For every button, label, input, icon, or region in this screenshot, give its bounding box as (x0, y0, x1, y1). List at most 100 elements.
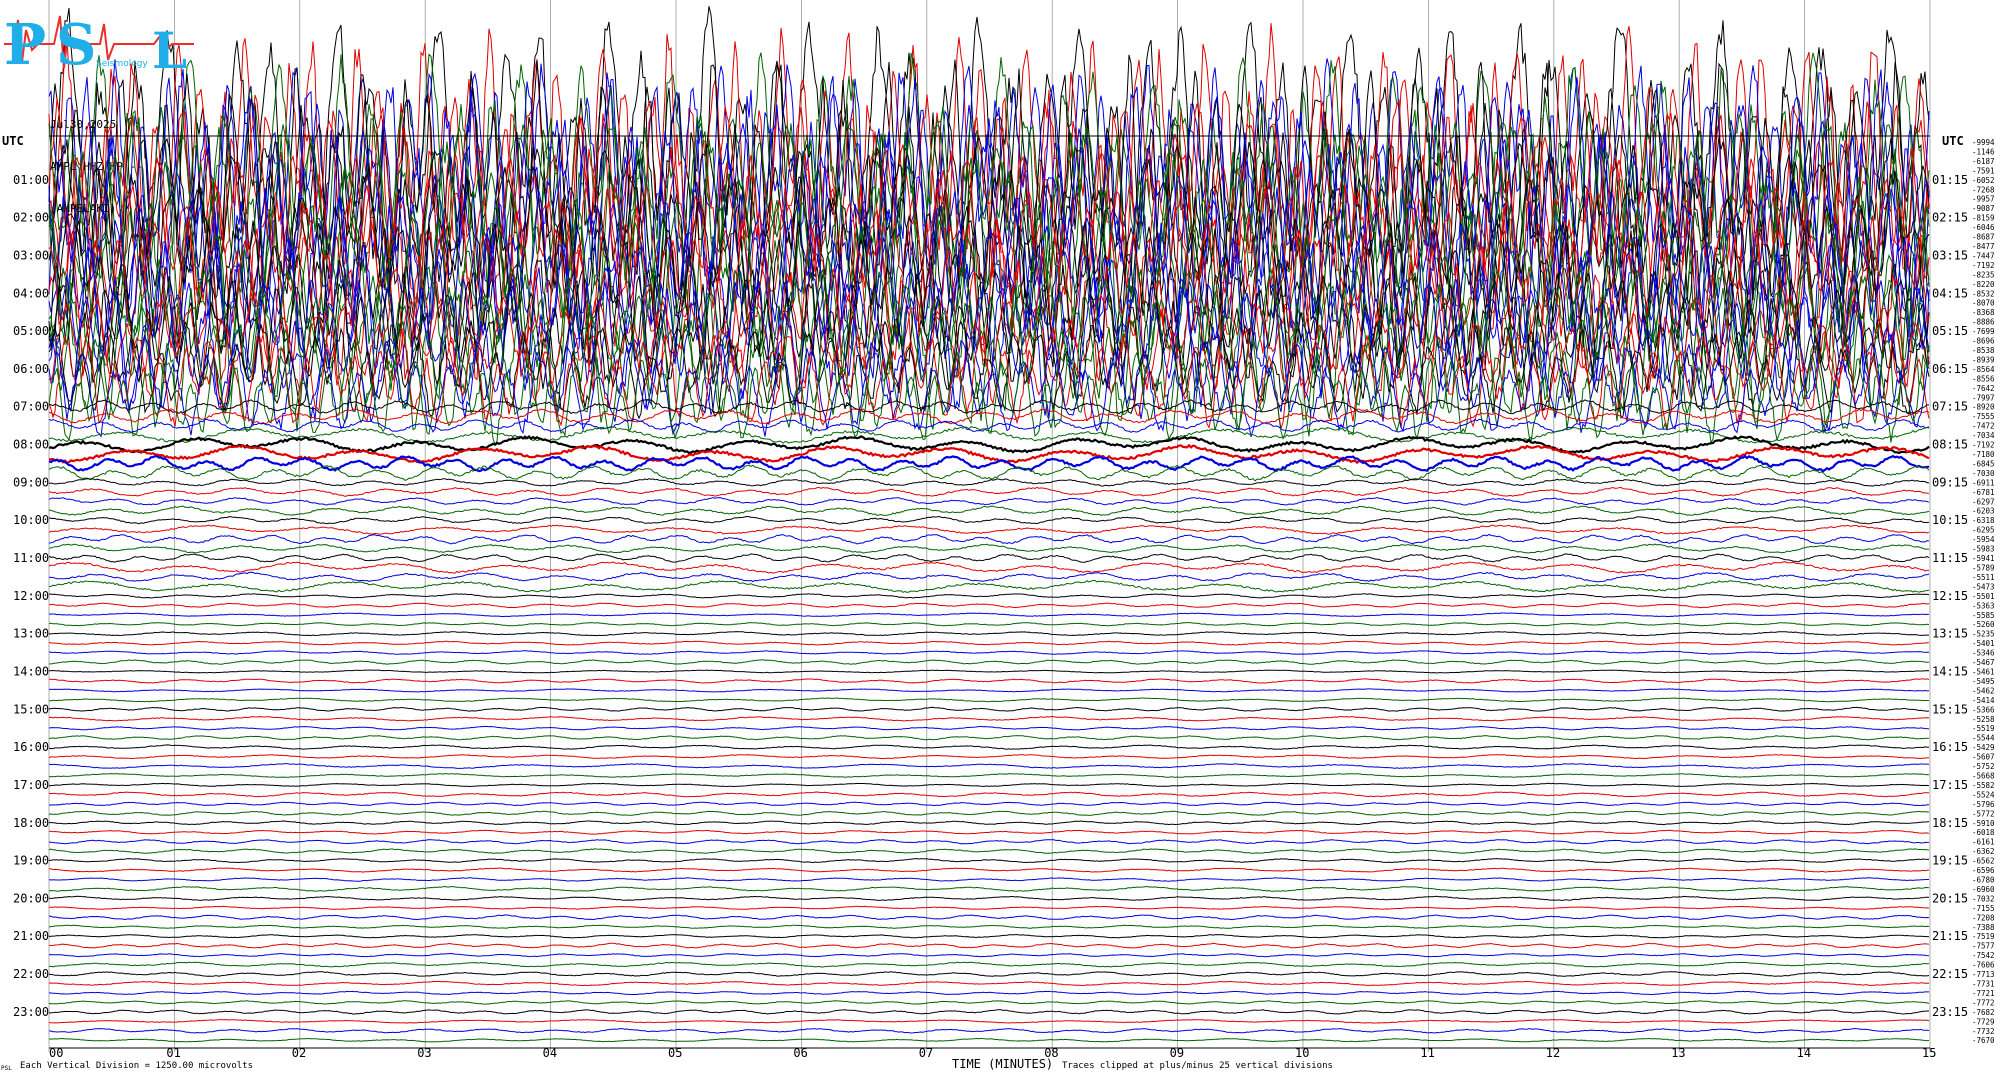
trace-offset-label: -5429 (1972, 743, 1995, 752)
seismic-trace (48, 744, 1930, 750)
trace-offset-label: -7555 (1972, 412, 1995, 421)
trace-offset-label: -8687 (1972, 233, 1995, 242)
seismic-trace (49, 942, 1930, 949)
trace-offset-label: -6362 (1972, 847, 1995, 856)
clip-note: Traces clipped at plus/minus 25 vertical… (1062, 1061, 1333, 1071)
trace-offset-label: -5607 (1972, 753, 1995, 762)
seismic-trace (48, 593, 1930, 599)
seismic-trace (48, 678, 1930, 684)
right-hour-label: 13:15 (1932, 627, 1968, 641)
seismic-trace (48, 810, 1930, 816)
seismic-trace (48, 715, 1930, 722)
seismic-trace (48, 543, 1930, 554)
trace-offset-label: -7519 (1972, 932, 1995, 941)
trace-offset-label: -8235 (1972, 270, 1995, 279)
psl-logo: P S L Seismology (4, 10, 194, 80)
trace-offset-label: -6187 (1972, 157, 1995, 166)
trace-offset-label: -5752 (1972, 762, 1995, 771)
trace-offset-label: -5941 (1972, 554, 1995, 563)
seismic-trace (48, 640, 1930, 646)
trace-offset-label: -7699 (1972, 327, 1995, 336)
trace-offset-label: -7577 (1972, 942, 1995, 951)
seismic-trace (49, 622, 1930, 627)
trace-offset-label: -7030 (1972, 469, 1995, 478)
trace-offset-label: -5668 (1972, 771, 1995, 780)
trace-offset-label: -5363 (1972, 601, 1995, 610)
x-tick-label: 12 (1546, 1046, 1560, 1060)
trace-offset-label: -7542 (1972, 951, 1995, 960)
trace-offset-label: -5772 (1972, 809, 1995, 818)
trace-offset-label: -6960 (1972, 885, 1995, 894)
logo-letter-p: P (4, 12, 46, 72)
trace-offset-label: -5260 (1972, 620, 1995, 629)
left-hour-label: 20:00 (13, 891, 49, 905)
header-channel: AMPL HHZ HP -- (50, 160, 143, 173)
seismic-trace (48, 496, 1930, 506)
left-hour-label: 05:00 (13, 324, 49, 338)
seismic-trace (48, 754, 1930, 760)
trace-offset-label: -5910 (1972, 819, 1995, 828)
right-hour-label: 03:15 (1932, 248, 1968, 262)
seismic-trace (48, 801, 1930, 807)
x-tick-label: 14 (1797, 1046, 1811, 1060)
trace-offset-label: -8939 (1972, 355, 1995, 364)
right-hour-label: 11:15 (1932, 551, 1968, 565)
right-hour-label: 16:15 (1932, 740, 1968, 754)
x-tick-label: 06 (793, 1046, 807, 1060)
trace-offset-label: -7155 (1972, 904, 1995, 913)
trace-offset-label: -7192 (1972, 441, 1995, 450)
trace-offset-label: -8159 (1972, 214, 1995, 223)
right-hour-label: 23:15 (1932, 1005, 1968, 1019)
x-tick-label: 02 (292, 1046, 306, 1060)
trace-offset-label: -6297 (1972, 497, 1995, 506)
trace-offset-label: -7729 (1972, 1017, 1995, 1026)
seismic-trace (48, 706, 1930, 712)
seismic-trace (48, 1037, 1930, 1043)
left-hour-label: 06:00 (13, 362, 49, 376)
trace-offset-label: -5235 (1972, 630, 1995, 639)
trace-offset-label: -5983 (1972, 545, 1995, 554)
right-hour-label: 21:15 (1932, 929, 1968, 943)
trace-offset-label: -5473 (1972, 582, 1995, 591)
trace-offset-label: -7731 (1972, 979, 1995, 988)
trace-offset-label: -7606 (1972, 961, 1995, 970)
right-hour-labels: 01:15 02:15 03:15 04:15 05:15 06:15 07:15 08:15… (1932, 173, 1968, 1019)
trace-offset-label: -8556 (1972, 374, 1995, 383)
right-hour-label: 09:15 (1932, 475, 1968, 489)
seismic-trace (49, 697, 1929, 703)
scale-note: Each Vertical Division = 1250.00 microvo… (20, 1061, 253, 1071)
x-tick-label: 03 (417, 1046, 431, 1060)
logo-letter-s: S (56, 12, 96, 72)
seismic-trace (48, 895, 1930, 901)
right-hour-label: 08:15 (1932, 438, 1968, 452)
trace-offset-label: -9957 (1972, 195, 1995, 204)
seismic-trace (48, 885, 1930, 892)
trace-offset-label: -5366 (1972, 705, 1995, 714)
trace-offset-label: -6562 (1972, 857, 1995, 866)
seismic-trace (48, 1027, 1930, 1034)
x-tick-label: 15 (1922, 1046, 1936, 1060)
trace-offset-label: -5401 (1972, 639, 1995, 648)
trace-offset-label: -7192 (1972, 261, 1995, 270)
seismic-trace (48, 505, 1930, 516)
trace-offset-label: -6161 (1972, 838, 1995, 847)
right-axis-title: UTC (1942, 134, 1964, 148)
trace-offset-label: -5501 (1972, 592, 1995, 601)
x-tick-label: 09 (1170, 1046, 1184, 1060)
trace-offset-label: -7388 (1972, 923, 1995, 932)
right-hour-label: 02:15 (1932, 211, 1968, 225)
seismic-trace (48, 763, 1930, 769)
left-hour-label: 10:00 (13, 513, 49, 527)
trace-offset-label: -5585 (1972, 611, 1995, 620)
left-hour-label: 14:00 (13, 664, 49, 678)
seismic-trace (48, 877, 1929, 882)
trace-offset-label: -5524 (1972, 790, 1995, 799)
x-tick-label: 11 (1420, 1046, 1434, 1060)
trace-offset-label: -6780 (1972, 875, 1995, 884)
seismic-trace (48, 1009, 1930, 1015)
station-header: Jul30,2025 AMPL HHZ HP -- (AMPELAKI) (50, 90, 143, 230)
seismic-trace (48, 612, 1930, 618)
seismic-trace (49, 820, 1930, 826)
seismic-trace (48, 486, 1929, 497)
seismic-trace (48, 631, 1929, 637)
